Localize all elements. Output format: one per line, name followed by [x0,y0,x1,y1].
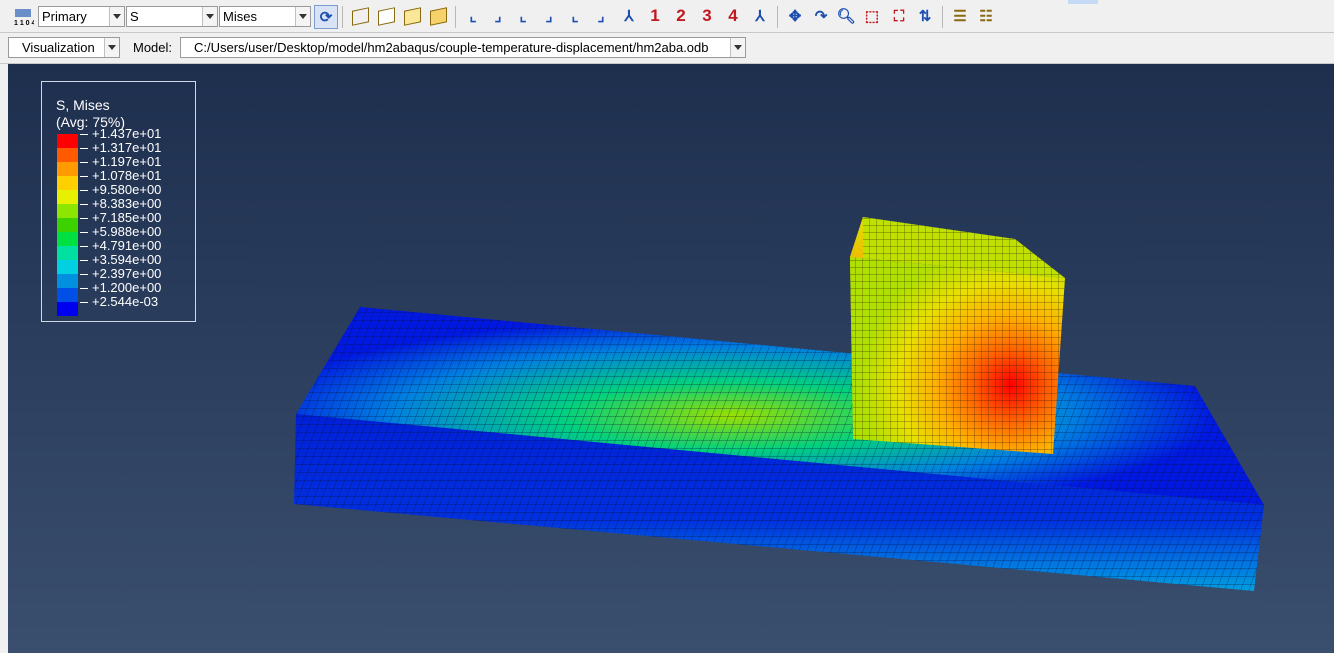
refresh-icon[interactable]: ⟳ [314,5,338,29]
render-shaded-icon[interactable] [427,5,449,27]
contour-legend[interactable]: S, Mises (Avg: 75%) +1.437e+01 +1.317e+01… [41,81,196,322]
view-bottom-icon[interactable]: ⌟ [538,5,560,27]
legend-level-label: +2.397e+00 [79,266,162,281]
render-hidden-icon[interactable] [375,5,397,27]
user-view-3[interactable]: 3 [696,5,718,27]
view-top-icon[interactable]: ⌞ [512,5,534,27]
step-selector-value: Primary [42,9,87,24]
graphics-viewport[interactable]: S, Mises (Avg: 75%) +1.437e+01 +1.317e+01… [8,64,1334,653]
legend-level-label: +1.317e+01 [79,140,162,155]
chevron-down-icon[interactable] [202,7,217,26]
legend-swatch [57,134,78,148]
legend-level-label: +7.185e+00 [79,210,162,225]
module-selector[interactable]: Visualization [8,37,120,58]
render-filled-icon[interactable] [401,5,423,27]
model-render [294,217,1264,591]
user-view-4[interactable]: 4 [722,5,744,27]
separator [455,6,456,28]
ladder-icon[interactable]: ☷ [975,5,997,27]
rotate-icon[interactable]: ↷ [810,5,832,27]
cycle-views-icon[interactable]: ⇅ [914,5,936,27]
separator [777,6,778,28]
chevron-down-icon[interactable] [109,7,124,26]
legend-swatch [57,246,78,260]
separator [942,6,943,28]
toolbar-highlight [1068,0,1098,4]
legend-level-label: +1.437e+01 [79,126,162,141]
auto-fit-icon[interactable]: ⛶ [888,5,910,27]
view-iso-icon[interactable]: ⅄ [618,5,640,27]
view-back-icon[interactable]: ⌟ [487,5,509,27]
step-selector[interactable]: Primary [38,6,125,27]
view-front-icon[interactable]: ⌞ [462,5,484,27]
render-wireframe-icon[interactable] [349,5,371,27]
legend-level-label: +1.200e+00 [79,280,162,295]
separator [342,6,343,28]
chevron-down-icon[interactable] [730,38,745,57]
legend-level-label: +1.197e+01 [79,154,162,169]
legend-swatch [57,162,78,176]
toolbar-results: 1 1 0 4 0 Primary S Mises ⟳ ⌞ ⌟ ⌞ ⌟ ⌞ ⌟ … [0,0,1334,33]
legend-swatch [57,204,78,218]
legend-level-label: +8.383e+00 [79,196,162,211]
triad-icon[interactable]: ⅄ [749,5,771,27]
user-view-1[interactable]: 1 [644,5,666,27]
model-path-selector[interactable]: C:/Users/user/Desktop/model/hm2abaqus/co… [180,37,746,58]
chevron-down-icon[interactable] [295,7,310,26]
step-frame-icon[interactable]: 1 1 0 4 0 [12,5,34,27]
legend-swatch [57,274,78,288]
magnify-icon[interactable]: 🔍︎ [835,5,857,27]
legend-level-label: +5.988e+00 [79,224,162,239]
model-path-value: C:/Users/user/Desktop/model/hm2abaqus/co… [194,40,709,55]
legend-level-label: +4.791e+00 [79,238,162,253]
legend-level-label: +1.078e+01 [79,168,162,183]
legend-title: S, Mises [56,97,110,113]
toolbar-context: Visualization Model: C:/Users/user/Deskt… [0,33,1334,64]
module-value: Visualization [22,40,95,55]
svg-text:1 1 0 4 0: 1 1 0 4 0 [14,20,34,27]
legend-swatch [57,260,78,274]
chevron-down-icon[interactable] [104,38,119,57]
legend-swatch [57,302,78,316]
view-left-icon[interactable]: ⌞ [564,5,586,27]
legend-swatch [57,232,78,246]
legend-swatch [57,176,78,190]
legend-level-label: +9.580e+00 [79,182,162,197]
legend-swatch [57,218,78,232]
box-zoom-icon[interactable]: ⬚ [861,5,883,27]
variable-value: S [130,9,139,24]
legend-swatch [57,148,78,162]
user-view-2[interactable]: 2 [670,5,692,27]
legend-swatch [57,288,78,302]
legend-level-label: +3.594e+00 [79,252,162,267]
field-output-variable[interactable]: S [126,6,218,27]
legend-swatch [57,190,78,204]
model-label: Model: [133,40,173,55]
field-output-component[interactable]: Mises [219,6,311,27]
ruler-icon[interactable]: ☰ [949,5,971,27]
pan-icon[interactable]: ✥ [784,5,806,27]
legend-level-label: +2.544e-03 [79,294,159,309]
view-right-icon[interactable]: ⌟ [590,5,612,27]
component-value: Mises [223,9,257,24]
